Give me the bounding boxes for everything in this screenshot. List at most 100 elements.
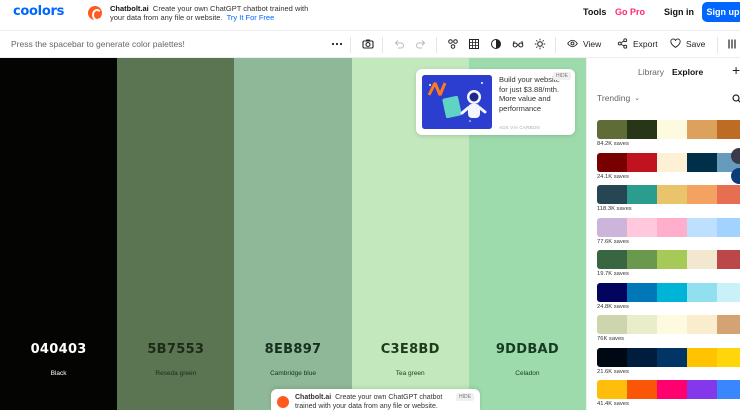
palette-card[interactable]: 19.7K saves (597, 250, 740, 283)
tab-explore[interactable]: Explore (672, 67, 703, 77)
header-ad-cta[interactable]: Try It For Free (227, 13, 275, 22)
search-icon[interactable] (732, 91, 740, 103)
palette-color[interactable] (627, 347, 657, 367)
adjust-palette-icon[interactable] (447, 38, 459, 50)
camera-icon[interactable] (362, 38, 374, 50)
palette-card[interactable]: 118.3K saves (597, 185, 740, 218)
trending-dropdown[interactable]: Trending ⌄ (597, 93, 640, 103)
palette-color-strip[interactable] (597, 315, 740, 334)
palette-color[interactable] (687, 282, 717, 302)
palette-card[interactable]: 24.8K saves (597, 282, 740, 316)
nav-gopro-link[interactable]: Go Pro (615, 7, 645, 17)
coolors-logo[interactable]: coolors (13, 4, 64, 19)
palette-color[interactable] (657, 217, 687, 237)
add-palette-icon[interactable]: + (732, 62, 740, 78)
color-blindness-icon[interactable] (490, 38, 502, 50)
palette-color[interactable] (687, 120, 717, 139)
palette-color[interactable] (627, 250, 657, 269)
palette-color[interactable] (657, 152, 687, 172)
palette-color[interactable] (597, 282, 627, 302)
header-ad[interactable]: Chatbolt.ai Create your own ChatGPT chat… (88, 4, 310, 22)
palette-color[interactable] (717, 315, 740, 334)
palette-color[interactable] (627, 185, 657, 204)
palette-card[interactable]: 77.6K saves (597, 217, 740, 251)
sponsored-ad-card[interactable]: Build your website for just $3.88/mth. M… (416, 69, 575, 135)
ad-hide-button[interactable]: HIDE (553, 72, 571, 80)
palette-color[interactable] (597, 120, 627, 139)
glasses-icon[interactable] (512, 38, 524, 50)
palette-color[interactable] (627, 315, 657, 334)
palette-color[interactable] (717, 185, 740, 204)
palette-color[interactable] (597, 250, 627, 269)
palette-color[interactable] (687, 217, 717, 237)
palette-color[interactable] (627, 282, 657, 302)
palette-color[interactable] (717, 380, 740, 399)
palette-color[interactable] (717, 347, 740, 367)
nav-signin-link[interactable]: Sign in (664, 7, 694, 17)
palette-color[interactable] (657, 120, 687, 139)
bottom-ad-hide-button[interactable]: HIDE (456, 393, 474, 401)
palette-color[interactable] (687, 185, 717, 204)
palette-color[interactable] (717, 282, 740, 302)
palette-card[interactable]: 41.4K saves (597, 380, 740, 410)
palette-color[interactable] (627, 380, 657, 399)
palette-color[interactable] (687, 250, 717, 269)
coolors-badge-icon[interactable] (731, 168, 740, 184)
palette-color[interactable] (597, 217, 627, 237)
signup-button[interactable]: Sign up (702, 2, 740, 22)
nav-tools-link[interactable]: Tools (583, 7, 606, 17)
swatch-hex[interactable]: 8EB897 (234, 342, 351, 357)
panel-toggle-icon[interactable] (726, 38, 738, 50)
palette-color[interactable] (717, 250, 740, 269)
grid-view-icon[interactable] (468, 38, 480, 50)
swatch-hex[interactable]: 9DDBAD (469, 342, 586, 357)
swatch-hex[interactable]: C3E8BD (352, 342, 469, 357)
palette-color[interactable] (717, 120, 740, 139)
color-swatch[interactable]: 5B7553 Reseda green (117, 58, 235, 410)
palette-color[interactable] (687, 380, 717, 399)
palette-color[interactable] (597, 185, 627, 204)
floating-action-icon[interactable] (731, 148, 740, 164)
palette-color[interactable] (627, 120, 657, 139)
palette-color-strip[interactable] (597, 250, 740, 269)
view-button[interactable]: View (567, 38, 601, 49)
color-swatch[interactable]: 8EB897 Cambridge blue (234, 58, 352, 410)
palette-card[interactable]: 84.2K saves (597, 120, 740, 153)
swatch-hex[interactable]: 040403 (0, 342, 117, 357)
palette-card[interactable]: 24.1K saves (597, 152, 740, 186)
palette-color[interactable] (657, 185, 687, 204)
palette-color-strip[interactable] (597, 120, 740, 139)
bottom-ad-banner[interactable]: Chatbolt.ai Create your own ChatGPT chat… (271, 389, 480, 410)
palette-color[interactable] (687, 315, 717, 334)
palette-color-strip[interactable] (597, 152, 740, 172)
palette-color[interactable] (597, 380, 627, 399)
palette-color-strip[interactable] (597, 185, 740, 204)
palette-color[interactable] (597, 152, 627, 172)
palette-color[interactable] (657, 380, 687, 399)
swatch-hex[interactable]: 5B7553 (117, 342, 234, 357)
palette-color-strip[interactable] (597, 282, 740, 302)
ad-card-via[interactable]: ADS VIA CARBON (499, 125, 540, 130)
palette-color[interactable] (657, 250, 687, 269)
palette-card[interactable]: 76K saves (597, 315, 740, 348)
palette-color[interactable] (687, 347, 717, 367)
palette-color-strip[interactable] (597, 347, 740, 367)
palette-color[interactable] (597, 347, 627, 367)
palette-color[interactable] (627, 217, 657, 237)
palette-color[interactable] (717, 217, 740, 237)
undo-icon[interactable] (393, 38, 405, 50)
palette-color[interactable] (627, 152, 657, 172)
palette-color-strip[interactable] (597, 217, 740, 237)
palette-color[interactable] (687, 152, 717, 172)
palette-color[interactable] (657, 347, 687, 367)
palette-color[interactable] (597, 315, 627, 334)
sun-icon[interactable] (534, 38, 546, 50)
palette-color[interactable] (657, 315, 687, 334)
more-options-icon[interactable] (331, 38, 343, 50)
redo-icon[interactable] (415, 38, 427, 50)
tab-library[interactable]: Library (638, 67, 664, 77)
save-button[interactable]: Save (670, 38, 705, 49)
color-swatch[interactable]: 040403 Black (0, 58, 118, 410)
palette-color[interactable] (657, 282, 687, 302)
export-button[interactable]: Export (617, 38, 658, 49)
